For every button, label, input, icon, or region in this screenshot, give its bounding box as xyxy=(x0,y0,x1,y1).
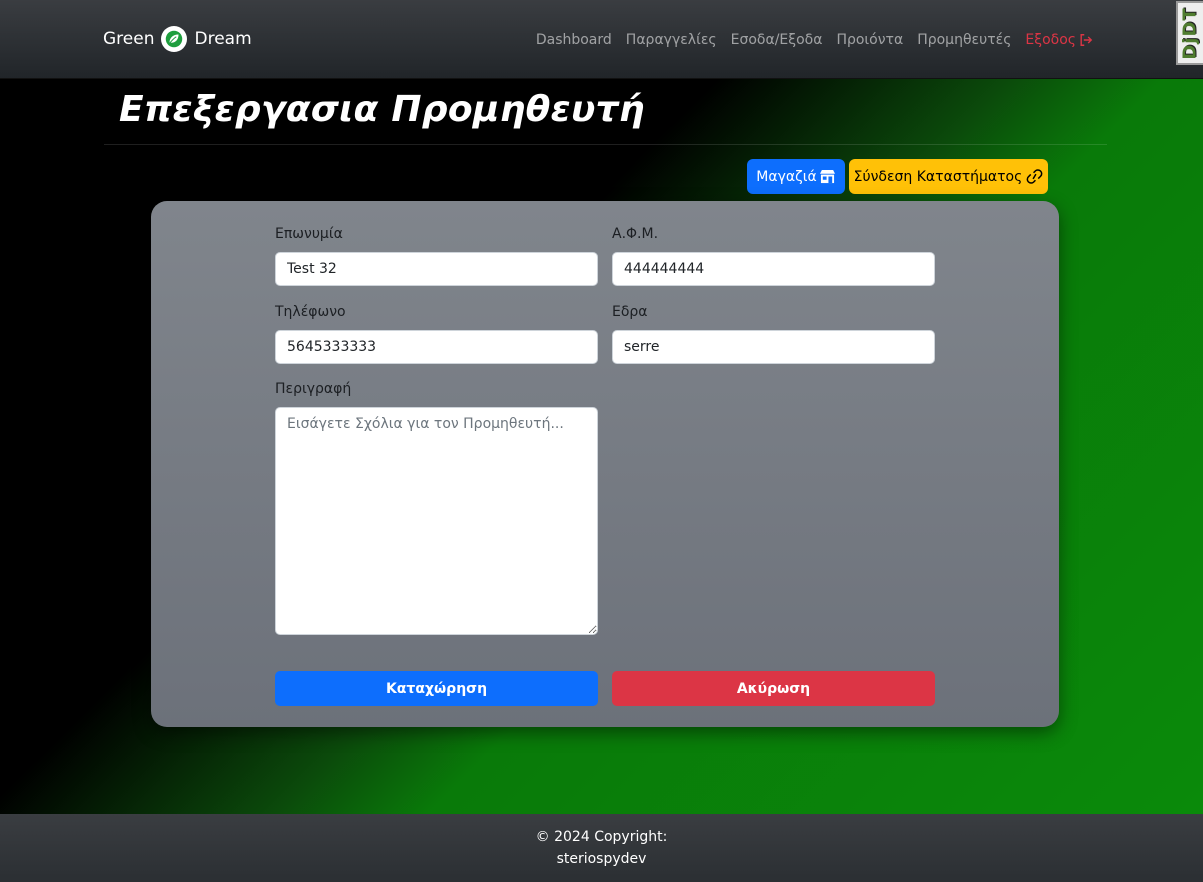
description-label: Περιγραφή xyxy=(275,381,352,397)
link-icon xyxy=(1026,169,1043,184)
name-label: Επωνυμία xyxy=(275,226,343,242)
page-title: Επεξεργασια Προμηθευτή xyxy=(119,89,645,130)
debug-toolbar-handle[interactable]: DjDT xyxy=(1176,1,1203,65)
seat-label: Εδρα xyxy=(612,304,648,320)
seat-field[interactable] xyxy=(612,330,935,364)
footer-author-link[interactable]: steriospydev xyxy=(557,848,647,870)
link-store-button-label: Σύνδεση Καταστήματος xyxy=(853,168,1023,185)
nav-suppliers[interactable]: Προμηθευτές xyxy=(910,30,1018,50)
brand-link[interactable]: Green Dream xyxy=(103,26,252,52)
logout-label: Εξοδος xyxy=(1025,32,1076,48)
nav-logout[interactable]: Εξοδος xyxy=(1018,30,1100,50)
phone-field[interactable] xyxy=(275,330,598,364)
debug-toolbar-label: DjDT xyxy=(1180,6,1201,60)
store-icon xyxy=(819,169,835,184)
description-textarea[interactable] xyxy=(275,407,598,635)
stores-button-label: Μαγαζιά xyxy=(756,168,817,185)
vat-field[interactable] xyxy=(612,252,935,286)
nav-dashboard[interactable]: Dashboard xyxy=(529,30,619,50)
phone-label: Τηλέφωνο xyxy=(275,304,346,320)
brand-text-right: Dream xyxy=(194,29,252,49)
submit-button[interactable]: Καταχώρηση xyxy=(275,671,598,706)
footer-copyright: © 2024 Copyright: xyxy=(535,829,668,845)
nav-orders[interactable]: Παραγγελίες xyxy=(619,30,724,50)
name-field[interactable] xyxy=(275,252,598,286)
main-content: Επεξεργασια Προμηθευτή Μαγαζιά Σύνδεση Κ… xyxy=(0,79,1203,814)
leaf-icon xyxy=(161,26,188,52)
nav-income-expenses[interactable]: Εσοδα/Εξοδα xyxy=(724,30,830,50)
sign-out-icon xyxy=(1080,34,1093,46)
footer: © 2024 Copyright: steriospydev xyxy=(0,814,1203,882)
brand-text-left: Green xyxy=(103,29,155,49)
stores-button[interactable]: Μαγαζιά xyxy=(747,159,845,194)
supplier-form-card: Επωνυμία Α.Φ.Μ. Τηλέφωνο Εδρα Περιγραφή … xyxy=(151,201,1059,727)
vat-label: Α.Φ.Μ. xyxy=(612,226,659,242)
cancel-button[interactable]: Ακύρωση xyxy=(612,671,935,706)
navbar: Green Dream Dashboard Παραγγελίες Εσοδα/… xyxy=(0,0,1203,79)
nav-products[interactable]: Προιόντα xyxy=(829,30,910,50)
link-store-button[interactable]: Σύνδεση Καταστήματος xyxy=(849,159,1048,194)
main-nav: Dashboard Παραγγελίες Εσοδα/Εξοδα Προιόν… xyxy=(529,30,1100,50)
title-divider xyxy=(104,144,1107,145)
